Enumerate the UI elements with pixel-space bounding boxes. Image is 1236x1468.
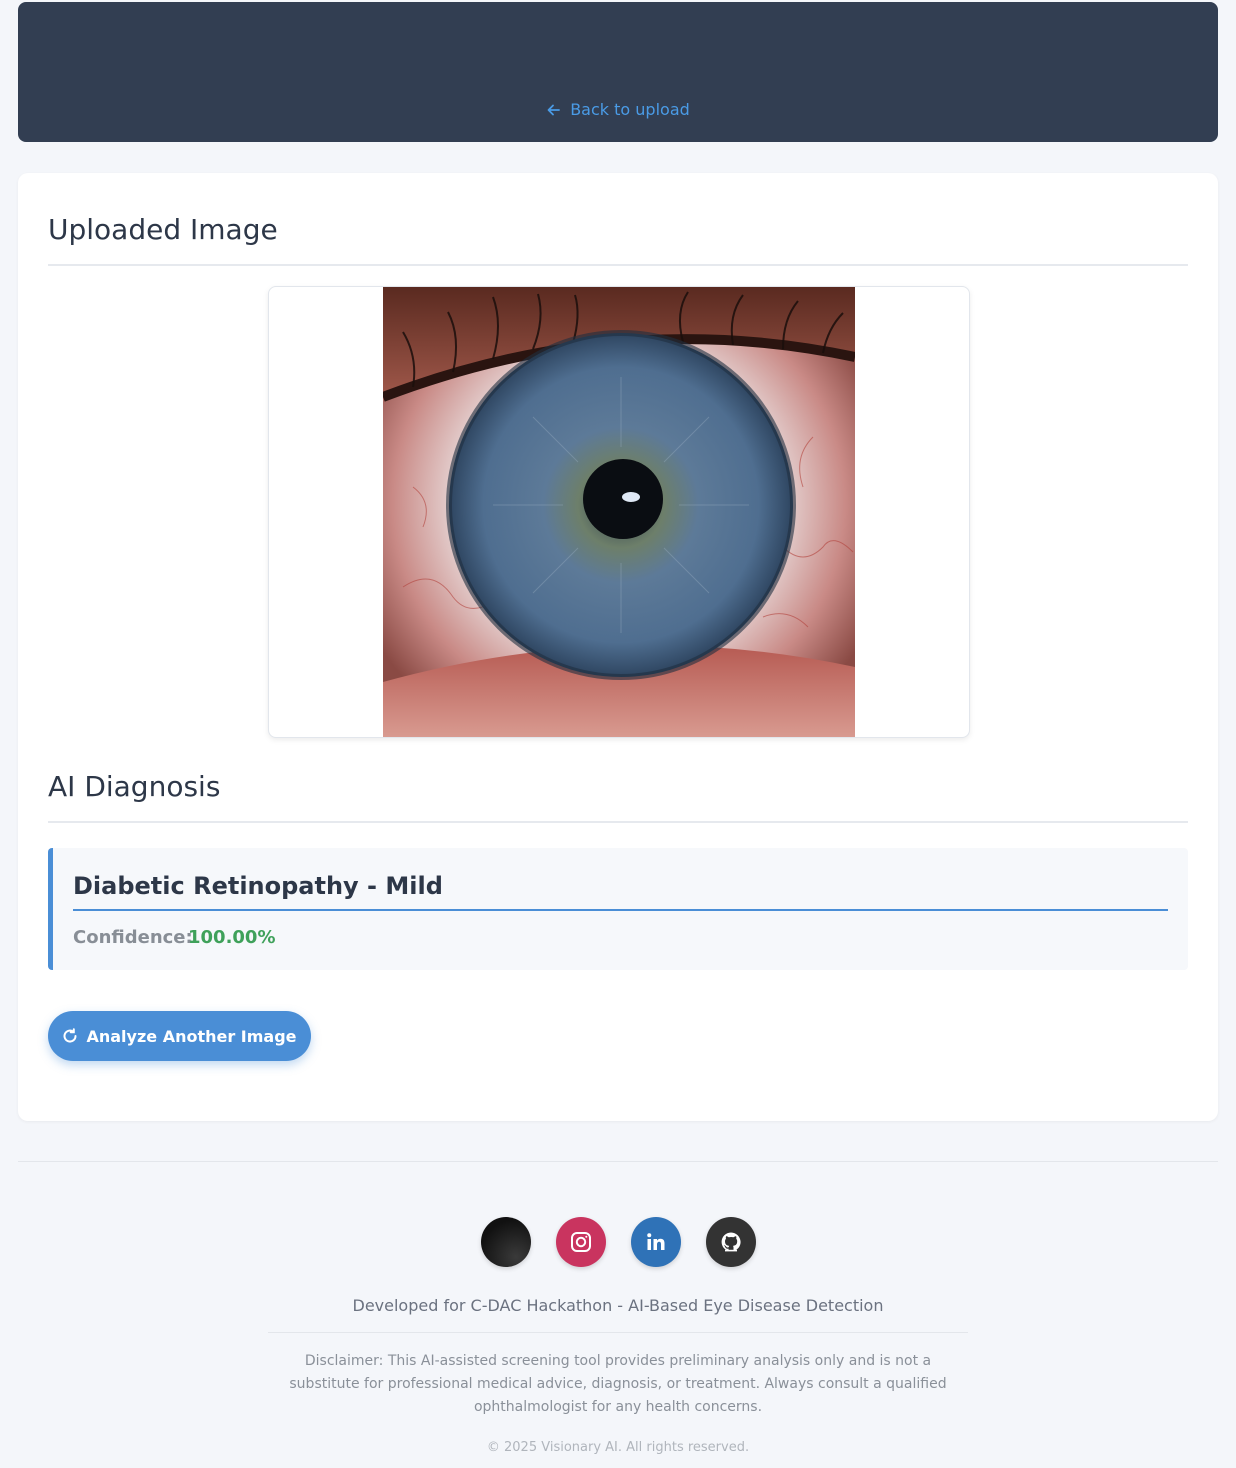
instagram-link[interactable] <box>555 1217 606 1267</box>
linkedin-link[interactable] <box>630 1217 681 1267</box>
ai-diagnosis-heading: AI Diagnosis <box>48 770 221 803</box>
uploaded-image-frame <box>268 286 970 738</box>
section-divider <box>48 264 1188 266</box>
social-links <box>0 1217 1236 1267</box>
diagnosis-divider <box>73 909 1168 911</box>
arrow-left-icon <box>547 104 561 115</box>
disclaimer-text: Disclaimer: This AI-assisted screening t… <box>289 1353 947 1415</box>
result-card: Uploaded Image AI Diagnosis Diabetic Ret… <box>18 173 1218 1121</box>
diagnosis-result-box: Diabetic Retinopathy - Mild Confidence: … <box>48 848 1188 970</box>
analyze-another-button[interactable]: Analyze Another Image <box>48 1011 311 1061</box>
back-to-upload-link[interactable]: Back to upload <box>18 100 1218 119</box>
section-divider <box>48 821 1188 823</box>
page-header: Back to upload <box>18 2 1218 142</box>
uploaded-image-heading: Uploaded Image <box>48 213 278 246</box>
footer-divider <box>268 1332 968 1333</box>
diagnosis-result: Diabetic Retinopathy - Mild <box>73 872 443 900</box>
confidence-value: 100.00% <box>188 927 276 948</box>
developed-for-text: Developed for C-DAC Hackathon - AI-Based… <box>352 1296 884 1315</box>
copyright-text: © 2025 Visionary AI. All rights reserved… <box>486 1440 750 1455</box>
refresh-icon <box>64 1028 77 1043</box>
linkedin-icon <box>646 1233 664 1250</box>
back-to-upload-label: Back to upload <box>570 100 690 119</box>
instagram-icon <box>570 1232 591 1252</box>
footer-divider <box>18 1161 1218 1162</box>
github-icon <box>721 1232 741 1252</box>
analyze-another-label: Analyze Another Image <box>86 1026 297 1046</box>
uploaded-eye-image <box>383 287 855 737</box>
x-link[interactable] <box>480 1217 531 1267</box>
github-link[interactable] <box>705 1217 756 1267</box>
confidence-label: Confidence: <box>73 927 193 948</box>
